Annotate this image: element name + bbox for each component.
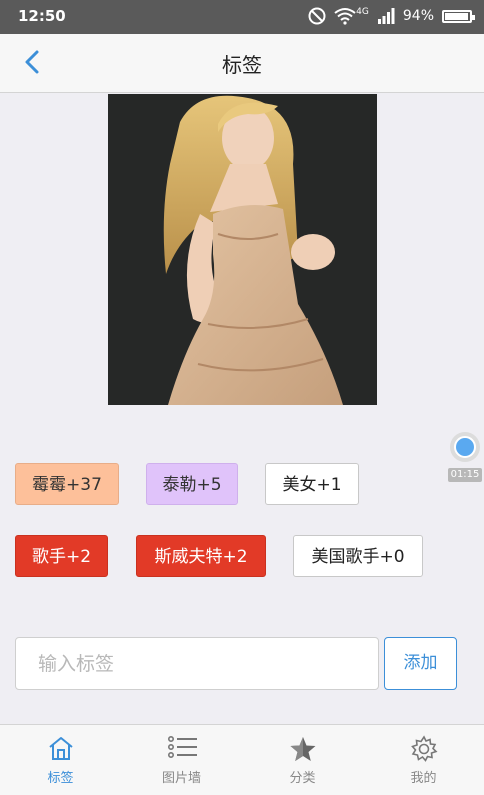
- home-icon: [49, 737, 73, 760]
- tag-chip[interactable]: 歌手+2: [15, 535, 108, 577]
- record-ball-icon[interactable]: [450, 432, 480, 462]
- add-tag-button[interactable]: 添加: [384, 637, 457, 690]
- recording-timer: 01:15: [448, 468, 482, 482]
- tag-chip[interactable]: 美女+1: [265, 463, 359, 505]
- tag-chip[interactable]: 斯威夫特+2: [136, 535, 266, 577]
- tag-chip[interactable]: 美国歌手+0: [293, 535, 423, 577]
- wifi-icon: [334, 8, 356, 25]
- tag-chip[interactable]: 霉霉+37: [15, 463, 119, 505]
- list-icon: [168, 736, 197, 758]
- battery-percent: 94%: [402, 8, 434, 24]
- tag-input[interactable]: [15, 637, 379, 690]
- tab-tags[interactable]: 标签: [0, 725, 121, 795]
- tagged-photo: [108, 94, 377, 405]
- navigation-bar: 标签: [0, 34, 484, 93]
- bottom-tab-bar: 标签 图片墙 分类 我的: [0, 724, 484, 795]
- do-not-disturb-icon: [308, 7, 326, 25]
- gear-icon: [411, 735, 438, 762]
- network-type: 4G: [356, 7, 369, 17]
- signal-icon: [377, 8, 395, 24]
- battery-icon: [442, 9, 475, 23]
- tab-label: 标签: [47, 771, 74, 786]
- tab-label: 分类: [289, 771, 316, 786]
- tab-label: 图片墙: [161, 771, 201, 786]
- tab-photo-wall[interactable]: 图片墙: [121, 725, 242, 795]
- page-title: 标签: [222, 53, 262, 77]
- tag-chip[interactable]: 泰勒+5: [146, 463, 238, 505]
- status-icons: 4G 94%: [308, 7, 475, 25]
- star-icon: [290, 737, 316, 761]
- floating-recorder[interactable]: 01:15: [448, 432, 482, 482]
- status-time: 12:50: [18, 7, 66, 25]
- tab-mine[interactable]: 我的: [363, 725, 484, 795]
- tab-category[interactable]: 分类: [242, 725, 363, 795]
- status-bar: 12:50 4G 94%: [0, 0, 484, 34]
- tab-label: 我的: [410, 771, 437, 786]
